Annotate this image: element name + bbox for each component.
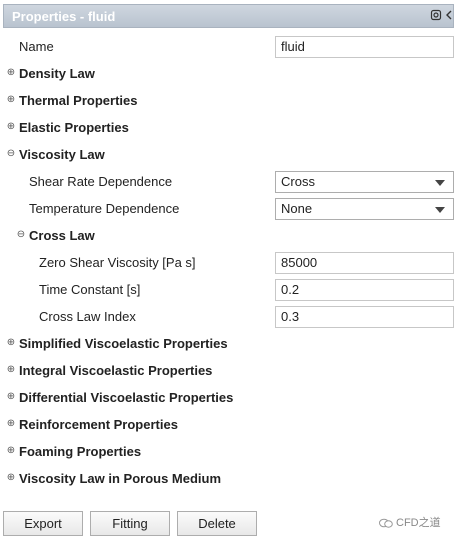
- shear-rate-row: Shear Rate Dependence Cross: [0, 168, 456, 195]
- chevron-down-icon: [435, 207, 445, 213]
- time-constant-label: Time Constant [s]: [39, 282, 141, 297]
- name-label: Name: [19, 39, 54, 54]
- name-field[interactable]: fluid: [275, 36, 454, 58]
- expand-icon[interactable]: ⊕: [6, 473, 16, 483]
- group-integral-viscoelastic[interactable]: ⊕ Integral Viscoelastic Properties: [0, 357, 456, 384]
- panel-titlebar: Properties - fluid: [3, 4, 454, 28]
- fitting-button[interactable]: Fitting: [90, 511, 170, 536]
- group-label: Thermal Properties: [19, 93, 138, 108]
- settings-icon[interactable]: [429, 9, 443, 23]
- group-cross-law[interactable]: ⊖ Cross Law: [0, 222, 456, 249]
- collapse-icon[interactable]: ⊖: [16, 230, 26, 240]
- group-label: Foaming Properties: [19, 444, 142, 459]
- expand-icon[interactable]: ⊕: [6, 95, 16, 105]
- collapse-arrow-icon[interactable]: [442, 9, 456, 23]
- cross-law-index-label: Cross Law Index: [39, 309, 136, 324]
- name-row: Name fluid: [0, 33, 456, 60]
- temperature-dependence-select[interactable]: None: [275, 198, 454, 220]
- watermark-text: CFD之道: [396, 517, 441, 529]
- time-constant-field[interactable]: 0.2: [275, 279, 454, 301]
- temperature-dependence-row: Temperature Dependence None: [0, 195, 456, 222]
- temperature-dependence-label: Temperature Dependence: [29, 201, 180, 216]
- shear-rate-value: Cross: [281, 174, 315, 189]
- group-elastic-properties[interactable]: ⊕ Elastic Properties: [0, 114, 456, 141]
- shear-rate-label: Shear Rate Dependence: [29, 174, 173, 189]
- group-label: Viscosity Law in Porous Medium: [19, 471, 222, 486]
- cross-law-index-field[interactable]: 0.3: [275, 306, 454, 328]
- export-button[interactable]: Export: [3, 511, 83, 536]
- group-label: Viscosity Law: [19, 147, 105, 162]
- shear-rate-select[interactable]: Cross: [275, 171, 454, 193]
- group-label: Density Law: [19, 66, 95, 81]
- group-label: Elastic Properties: [19, 120, 129, 135]
- expand-icon[interactable]: ⊕: [6, 68, 16, 78]
- expand-icon[interactable]: ⊕: [6, 122, 16, 132]
- temperature-dependence-value: None: [281, 201, 313, 216]
- expand-icon[interactable]: ⊕: [6, 419, 16, 429]
- panel-title: Properties - fluid: [12, 9, 116, 24]
- group-density-law[interactable]: ⊕ Density Law: [0, 60, 456, 87]
- cross-law-index-row: Cross Law Index 0.3: [0, 303, 456, 330]
- chat-bubble-icon: [379, 518, 393, 528]
- zero-shear-viscosity-field[interactable]: 85000: [275, 252, 454, 274]
- group-viscosity-porous-medium[interactable]: ⊕ Viscosity Law in Porous Medium: [0, 465, 456, 492]
- group-simplified-viscoelastic[interactable]: ⊕ Simplified Viscoelastic Properties: [0, 330, 456, 357]
- chevron-down-icon: [435, 180, 445, 186]
- collapse-icon[interactable]: ⊖: [6, 149, 16, 159]
- properties-panel: Properties - fluid Name fluid ⊕ Density …: [0, 0, 456, 538]
- group-label: Integral Viscoelastic Properties: [19, 363, 213, 378]
- group-foaming-properties[interactable]: ⊕ Foaming Properties: [0, 438, 456, 465]
- group-differential-viscoelastic[interactable]: ⊕ Differential Viscoelastic Properties: [0, 384, 456, 411]
- group-reinforcement-properties[interactable]: ⊕ Reinforcement Properties: [0, 411, 456, 438]
- expand-icon[interactable]: ⊕: [6, 392, 16, 402]
- zero-shear-viscosity-label: Zero Shear Viscosity [Pa s]: [39, 255, 196, 270]
- group-label: Reinforcement Properties: [19, 417, 178, 432]
- group-thermal-properties[interactable]: ⊕ Thermal Properties: [0, 87, 456, 114]
- group-label: Cross Law: [29, 228, 95, 243]
- expand-icon[interactable]: ⊕: [6, 338, 16, 348]
- group-viscosity-law[interactable]: ⊖ Viscosity Law: [0, 141, 456, 168]
- group-label: Simplified Viscoelastic Properties: [19, 336, 228, 351]
- delete-button[interactable]: Delete: [177, 511, 257, 536]
- expand-icon[interactable]: ⊕: [6, 446, 16, 456]
- expand-icon[interactable]: ⊕: [6, 365, 16, 375]
- time-constant-row: Time Constant [s] 0.2: [0, 276, 456, 303]
- watermark: CFD之道: [379, 514, 441, 530]
- group-label: Differential Viscoelastic Properties: [19, 390, 234, 405]
- zero-shear-viscosity-row: Zero Shear Viscosity [Pa s] 85000: [0, 249, 456, 276]
